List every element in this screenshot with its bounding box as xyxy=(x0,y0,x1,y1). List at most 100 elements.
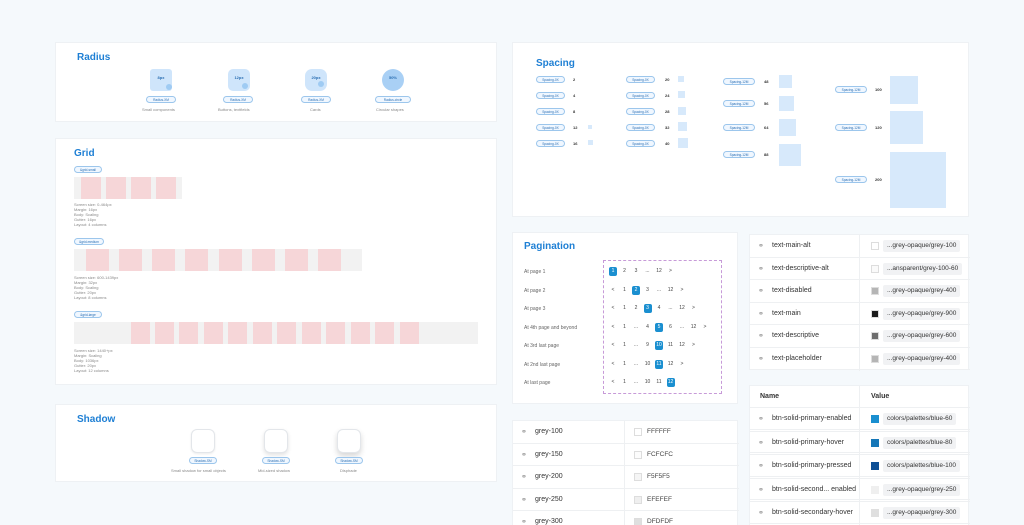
table-row[interactable]: ⚭ btn-solid-primary-hover colors/palettes/… xyxy=(750,430,970,453)
token-name: btn-solid-second... enabled xyxy=(772,485,857,493)
page-button[interactable]: 10 xyxy=(644,360,652,369)
shadow-pill: Shadow-SM xyxy=(262,457,290,464)
next-page-button[interactable]: > xyxy=(701,323,709,332)
table-row[interactable]: ⚭ grey-100 FFFFFF xyxy=(513,421,739,444)
page-button[interactable]: 9 xyxy=(644,341,652,350)
shadow-swatch-small xyxy=(191,429,215,453)
page-button[interactable]: 12 xyxy=(655,267,663,276)
page-button[interactable]: 11 xyxy=(655,378,663,387)
page-button[interactable]: 11 xyxy=(655,359,663,369)
token-value: ...grey-opaque/grey-900 xyxy=(883,307,961,320)
token-name: text-descriptive xyxy=(772,332,820,339)
page-button[interactable]: 1 xyxy=(621,304,629,313)
next-page-button[interactable]: > xyxy=(667,267,675,276)
page-button[interactable]: 12 xyxy=(678,341,686,350)
page-button[interactable]: 12 xyxy=(690,323,698,332)
prev-page-button[interactable]: < xyxy=(609,360,617,369)
prev-page-button[interactable]: < xyxy=(609,378,617,387)
page-button[interactable]: 1 xyxy=(609,267,617,276)
page-button[interactable]: 3 xyxy=(644,286,652,295)
next-page-button[interactable]: > xyxy=(678,286,686,295)
page-button[interactable]: 2 xyxy=(632,304,640,313)
pagination-variant-label: At last page xyxy=(524,380,551,386)
radius-card: Radius 8px Radius-XM Small components 12… xyxy=(55,42,497,122)
page-button[interactable]: 1 xyxy=(621,378,629,387)
shadow-caption: Small shadow for small objects xyxy=(171,468,226,473)
hex-value: F5F5F5 xyxy=(647,473,670,480)
page-button[interactable]: 2 xyxy=(621,267,629,276)
radius-swatch-20px: 20px xyxy=(305,69,327,91)
tag-icon: ⚭ xyxy=(521,474,527,481)
color-swatch xyxy=(871,509,879,517)
page-button[interactable]: 12 xyxy=(667,360,675,369)
page-button[interactable]: 12 xyxy=(666,378,675,387)
table-row[interactable]: ⚭ text-main ...grey-opaque/grey-900 xyxy=(750,303,970,325)
page-button[interactable]: 12 xyxy=(667,286,675,295)
page-button[interactable]: 4 xyxy=(644,323,652,332)
page-ellipsis: ... xyxy=(668,305,673,311)
page-button[interactable]: 1 xyxy=(621,341,629,350)
color-swatch xyxy=(871,438,879,447)
tag-icon: ⚭ xyxy=(758,288,764,295)
page-button[interactable]: 1 xyxy=(621,286,629,295)
spacing-value: 100 xyxy=(875,87,882,92)
grid-large-spec: Screen size: 1440+px Margin: Scaling Body:… xyxy=(74,348,113,373)
page-button[interactable]: 3 xyxy=(643,304,652,313)
spacing-value: 12 xyxy=(573,125,578,130)
prev-page-button[interactable]: < xyxy=(609,323,617,332)
page-button[interactable]: 10 xyxy=(644,378,652,387)
prev-page-button[interactable]: < xyxy=(609,286,617,295)
tag-icon: ⚭ xyxy=(758,355,764,363)
page-button[interactable]: 4 xyxy=(655,304,663,313)
next-page-button[interactable]: > xyxy=(690,304,698,313)
pagination-title: Pagination xyxy=(524,241,576,252)
page-button[interactable]: 2 xyxy=(632,285,640,295)
table-row[interactable]: ⚭ btn-solid-primary-enabled colors/palette… xyxy=(750,407,970,430)
grid-small-spec: Screen size: 0-464px Margin: 16px Body: Sc… xyxy=(74,202,112,227)
page-button[interactable]: 5 xyxy=(655,322,663,332)
token-name: grey-100 xyxy=(535,428,563,435)
page-button[interactable]: 10 xyxy=(655,341,663,350)
shadow-swatch-large xyxy=(337,429,361,453)
table-row[interactable]: ⚭ btn-solid-second... enabled ...grey-opaq… xyxy=(750,477,970,500)
prev-page-button[interactable]: < xyxy=(609,304,617,313)
token-value: colors/palettes/blue-60 xyxy=(883,413,957,425)
spacing-value: 2 xyxy=(573,77,576,82)
table-row[interactable]: ⚭ text-placeholder ...grey-opaque/grey-400 xyxy=(750,348,970,370)
table-row[interactable]: ⚭ text-descriptive-alt ...ansparent/grey-1… xyxy=(750,258,970,280)
page-button[interactable]: 11 xyxy=(667,341,675,350)
spacing-value: 8 xyxy=(573,109,576,114)
tag-icon: ⚭ xyxy=(758,510,764,517)
prev-page-button[interactable]: < xyxy=(609,341,617,350)
color-swatch xyxy=(634,450,642,459)
grid-medium-pill: &grid-medium xyxy=(74,238,104,245)
table-row[interactable]: ⚭ btn-solid-primary-pressed colors/palette… xyxy=(750,454,970,477)
token-value: ...ansparent/grey-100-60 xyxy=(883,262,963,275)
color-swatch xyxy=(634,518,642,525)
page-button[interactable]: 1 xyxy=(621,360,629,369)
next-page-button[interactable]: > xyxy=(678,360,686,369)
table-row[interactable]: ⚭ grey-150 FCFCFC xyxy=(513,444,739,466)
token-value: ...grey-opaque/grey-250 xyxy=(883,483,961,496)
next-page-button[interactable]: > xyxy=(690,341,698,350)
radius-pill: Radius-XM xyxy=(301,96,331,103)
table-row[interactable]: ⚭ text-disabled ...grey-opaque/grey-400 xyxy=(750,280,970,303)
spacing-value: 24 xyxy=(665,93,670,98)
grid-medium-spec: Screen size: 600-1439px Margin: 32px Body:… xyxy=(74,275,119,300)
token-name: btn-solid-primary-pressed xyxy=(772,462,852,469)
pagination-variant-label: At page 2 xyxy=(524,287,546,294)
color-swatch xyxy=(871,415,879,423)
table-row[interactable]: ⚭ grey-300 DFDFDF xyxy=(513,511,739,525)
page-button[interactable]: 3 xyxy=(632,267,640,276)
page-button[interactable]: 12 xyxy=(678,304,686,313)
tag-icon: ⚭ xyxy=(758,486,764,494)
table-row[interactable]: ⚭ btn-solid-secondary-hover ...grey-opaque… xyxy=(750,501,970,524)
table-row[interactable]: ⚭ grey-250 EFEFEF xyxy=(513,489,739,511)
page-button[interactable]: 1 xyxy=(621,323,629,332)
table-row[interactable]: ⚭ grey-200 F5F5F5 xyxy=(513,466,739,489)
table-row[interactable]: ⚭ text-main-alt ...grey-opaque/grey-100 xyxy=(750,235,970,258)
page-button[interactable]: 6 xyxy=(667,323,675,332)
grid-small-pill: &grid-small xyxy=(74,166,102,173)
button-token-table: Name Value ⚭ btn-solid-primary-enabled col… xyxy=(749,385,970,525)
table-row[interactable]: ⚭ text-descriptive ...grey-opaque/grey-600 xyxy=(750,325,970,348)
